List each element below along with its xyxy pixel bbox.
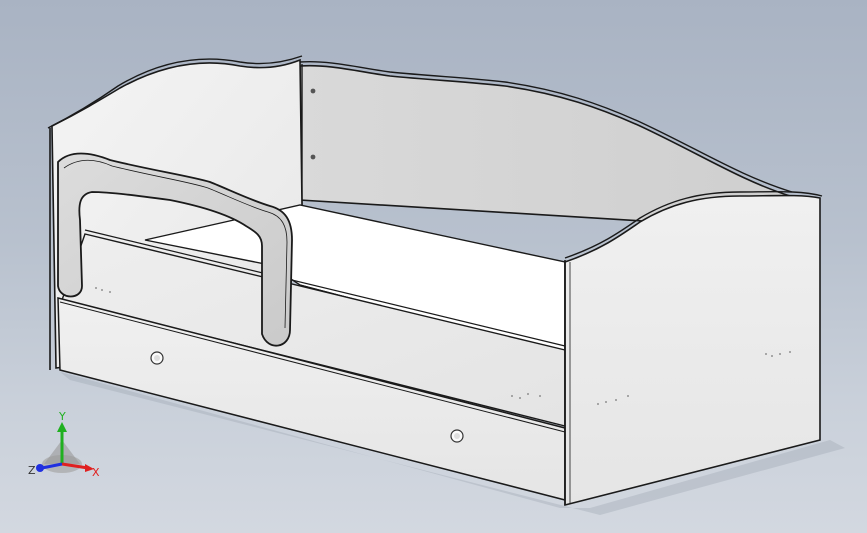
- z-axis-endpoint: [36, 464, 44, 472]
- orientation-triad[interactable]: Y X Z: [22, 410, 112, 490]
- y-axis-label: Y: [58, 410, 66, 423]
- drawer-knob-icon[interactable]: [450, 429, 464, 443]
- y-axis-arrow: [57, 422, 67, 432]
- model-view[interactable]: [0, 0, 867, 533]
- drawer-knob-icon[interactable]: [150, 351, 164, 365]
- graphics-viewport[interactable]: Y X Z: [0, 0, 867, 533]
- x-axis-label: X: [92, 466, 100, 479]
- z-axis-label: Z: [28, 464, 36, 477]
